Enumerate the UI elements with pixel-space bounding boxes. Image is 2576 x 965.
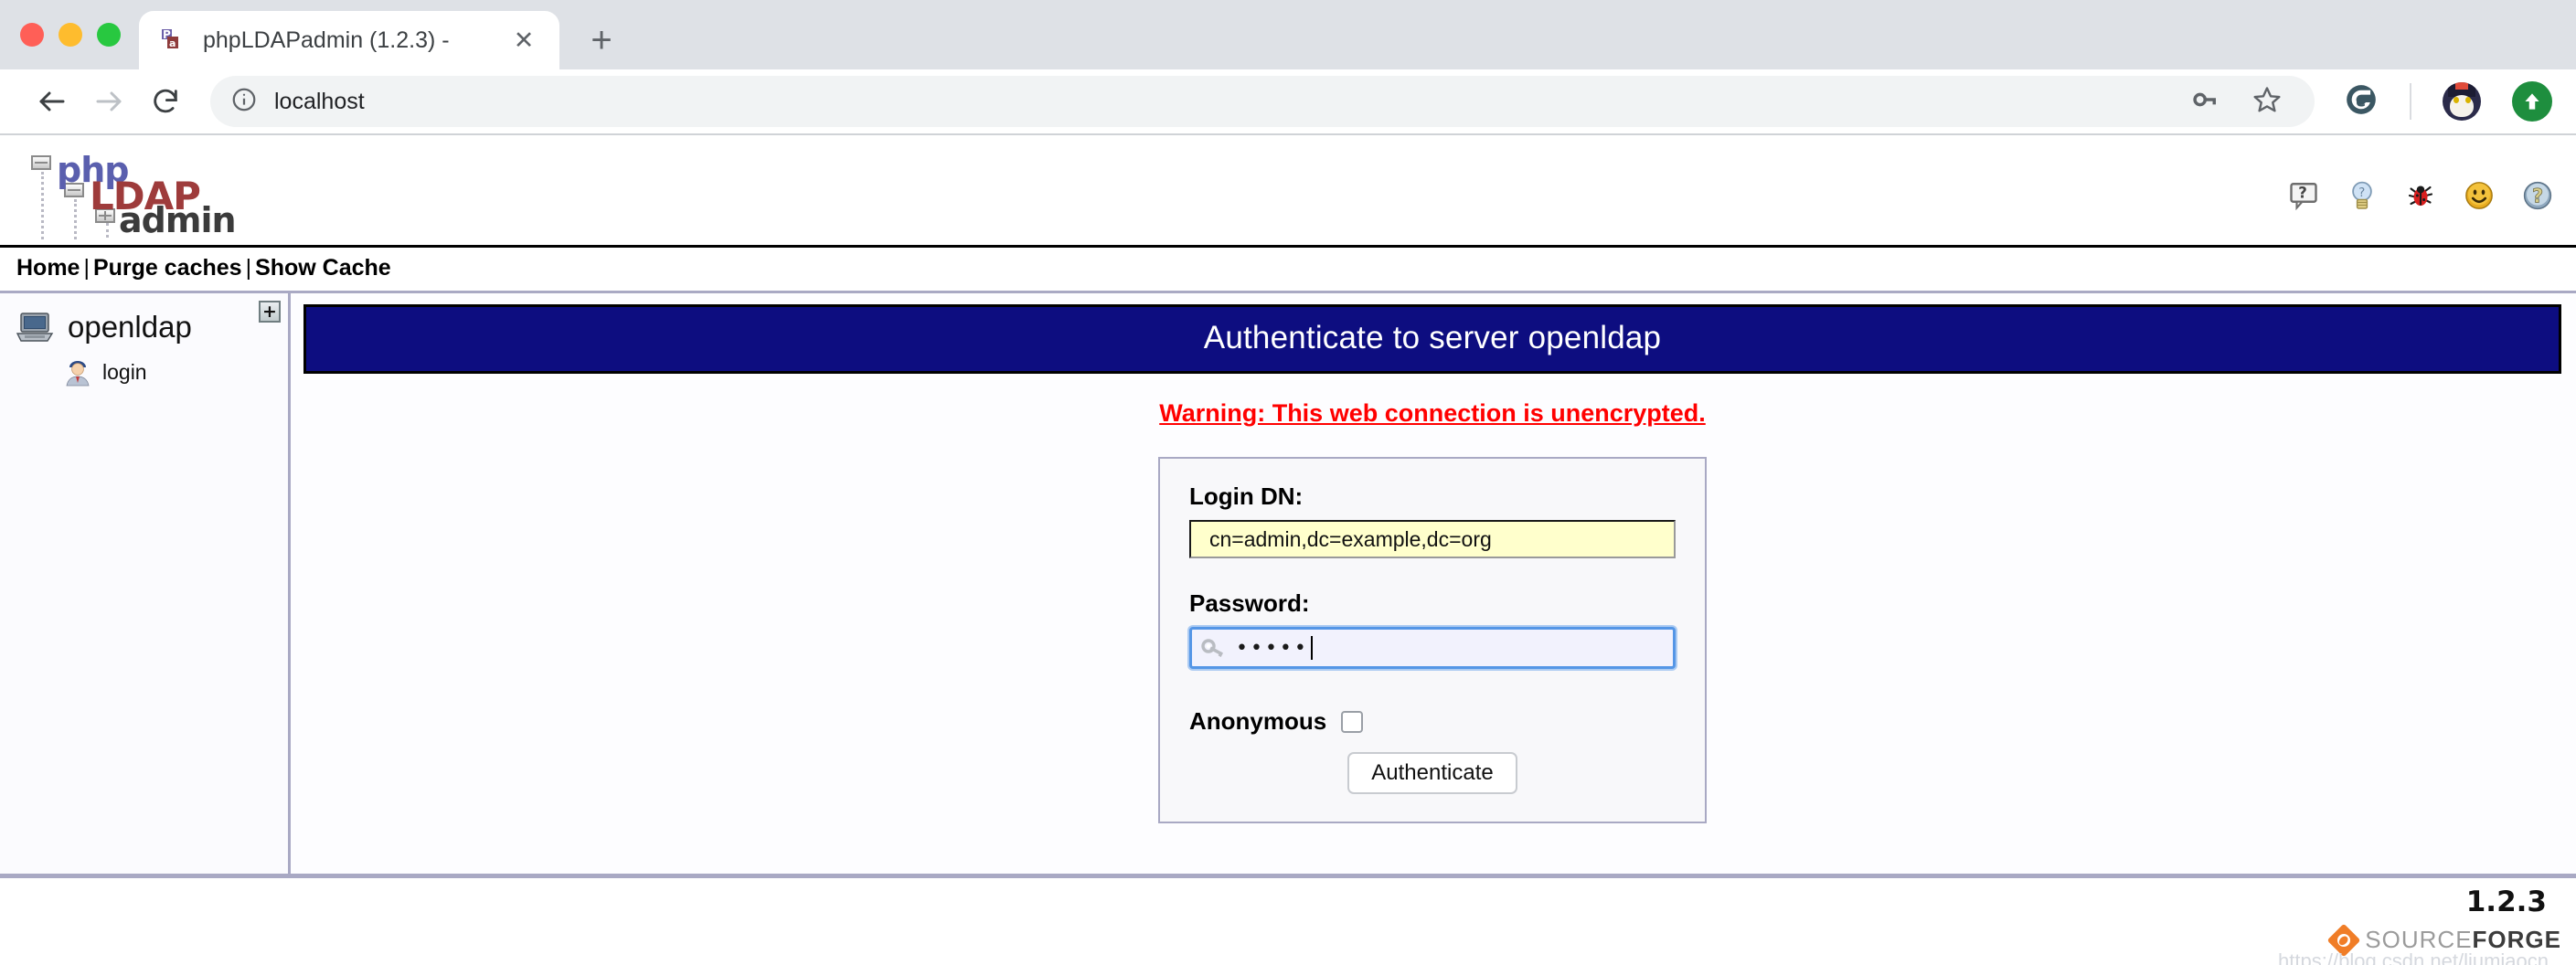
logo-dash-3 (106, 223, 109, 238)
nav-link-purge-caches[interactable]: Purge caches (93, 255, 242, 281)
reload-button[interactable] (137, 73, 194, 130)
profile-avatar[interactable] (2443, 82, 2481, 121)
unencrypted-warning: Warning: This web connection is unencryp… (1159, 399, 1706, 427)
nav-link-show-cache[interactable]: Show Cache (255, 255, 391, 281)
tab-strip: P a phpLDAPadmin (1.2.3) - ✕ + (0, 0, 2576, 69)
nav-link-home[interactable]: Home (16, 255, 80, 281)
nav-separator-2: | (245, 255, 252, 281)
window-minimize-button[interactable] (59, 23, 82, 47)
window-close-button[interactable] (20, 23, 44, 47)
password-input[interactable]: ••••• (1189, 627, 1676, 669)
browser-chrome: P a phpLDAPadmin (1.2.3) - ✕ + localhost… (0, 0, 2576, 135)
page-body: php LDAP admin ? ? ? Home | Purge caches… (0, 135, 2576, 965)
bookmark-star-icon[interactable] (2252, 85, 2282, 119)
password-label: Password: (1189, 589, 1310, 617)
new-tab-button[interactable]: + (581, 22, 622, 58)
browser-toolbar: localhost e (0, 69, 2576, 135)
password-key-icon[interactable] (2190, 85, 2219, 119)
text-caret (1310, 636, 1313, 660)
breadcrumb-navbar: Home | Purge caches | Show Cache (0, 245, 2576, 293)
anonymous-row: Anonymous (1189, 707, 1676, 736)
back-button[interactable] (24, 73, 80, 130)
anonymous-label: Anonymous (1189, 707, 1327, 735)
authenticate-form: Login DN: Password: ••••• (1158, 457, 1707, 823)
tab-close-icon[interactable]: ✕ (508, 27, 539, 53)
site-info-icon[interactable] (230, 86, 258, 118)
logo-dash-1 (41, 172, 44, 239)
browser-tab[interactable]: P a phpLDAPadmin (1.2.3) - ✕ (139, 11, 559, 69)
login-dn-label: Login DN: (1189, 482, 1304, 510)
page-footer: 1.2.3 SOURCEFORGE https://blog.csdn.net/… (0, 878, 2576, 965)
svg-text:a: a (169, 37, 176, 49)
page-title-banner: Authenticate to server openldap (303, 304, 2561, 374)
key-icon (1201, 639, 1230, 658)
smiley-icon[interactable] (2463, 179, 2496, 212)
sidebar-expand-button[interactable]: + (259, 301, 281, 323)
bug-icon[interactable] (2404, 179, 2437, 212)
watermark-text: https://blog.csdn.net/liumiaocn (2278, 949, 2549, 965)
logo-node-icon-1 (31, 155, 51, 170)
user-icon (64, 357, 91, 387)
authenticate-button[interactable]: Authenticate (1347, 752, 1517, 794)
form-spacer (1189, 558, 1676, 589)
sidebar-login-label: login (102, 359, 147, 384)
forward-button[interactable] (80, 73, 137, 130)
password-masked-value: ••••• (1236, 636, 1309, 660)
phpldapadmin-favicon-icon: P a (159, 27, 186, 54)
toolbar-right-actions: e (2327, 81, 2552, 122)
sidebar-server-label: openldap (68, 310, 192, 344)
svg-text:?: ? (2358, 186, 2365, 200)
address-bar-url: localhost (274, 88, 365, 114)
version-label: 1.2.3 (2465, 885, 2547, 918)
tab-title: phpLDAPadmin (1.2.3) - (203, 27, 450, 53)
logo-dash-2 (74, 199, 77, 239)
logo-text-admin: admin (119, 200, 237, 240)
main-content: Authenticate to server openldap Warning:… (291, 293, 2576, 878)
svg-text:e: e (2356, 92, 2366, 110)
help-question-icon[interactable]: ? (2521, 179, 2554, 212)
extension-e-icon[interactable]: e (2344, 82, 2379, 122)
window-traffic-lights (20, 0, 139, 69)
svg-text:?: ? (2298, 184, 2307, 201)
sidebar-item-openldap[interactable]: openldap (0, 310, 288, 345)
question-balloon-icon[interactable]: ? (2287, 179, 2320, 212)
server-icon (15, 312, 55, 343)
sidebar-item-login[interactable]: login (0, 345, 288, 387)
phpldapadmin-logo: php LDAP admin (16, 150, 237, 240)
submit-row: Authenticate (1189, 752, 1676, 794)
page-columns: + openldap login Authenticate to server … (0, 293, 2576, 878)
nav-separator-1: | (83, 255, 90, 281)
upload-arrow-icon[interactable] (2512, 81, 2552, 122)
address-bar[interactable]: localhost (210, 76, 2315, 127)
sidebar-tree: + openldap login (0, 293, 291, 878)
toolbar-divider (2410, 83, 2411, 120)
window-maximize-button[interactable] (97, 23, 121, 47)
anonymous-checkbox[interactable] (1341, 710, 1364, 733)
lightbulb-icon[interactable]: ? (2346, 179, 2379, 212)
app-header-icons: ? ? ? (2287, 179, 2554, 212)
address-bar-actions (2190, 76, 2315, 127)
app-header: php LDAP admin ? ? ? (0, 135, 2576, 245)
svg-text:?: ? (2532, 186, 2543, 207)
login-dn-input[interactable] (1189, 520, 1676, 558)
